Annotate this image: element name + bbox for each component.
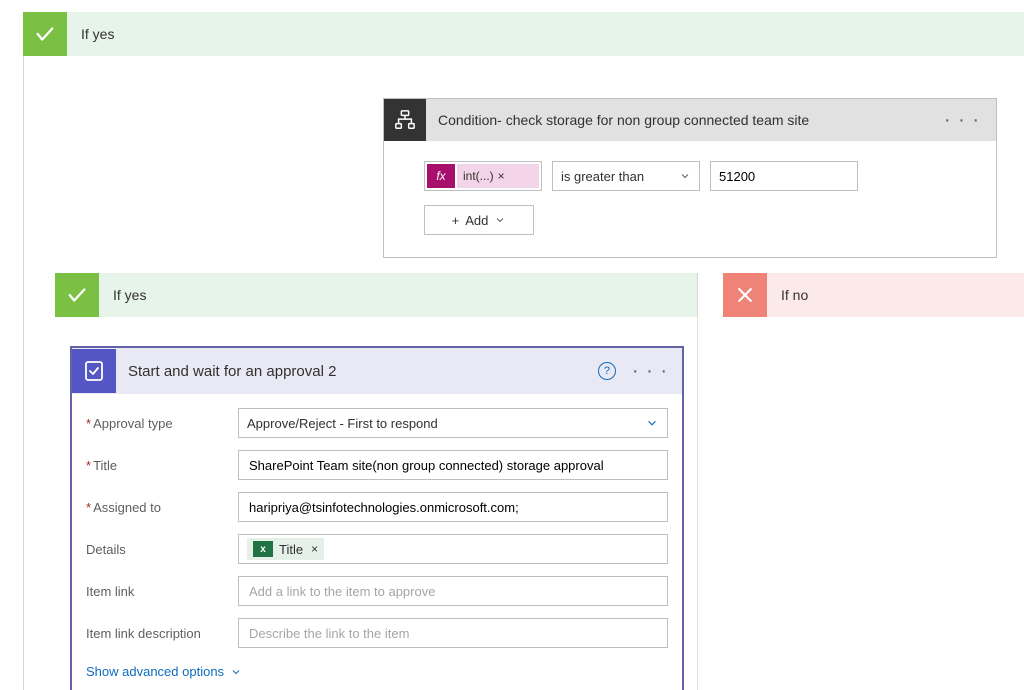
chevron-down-icon: [230, 666, 242, 678]
item-link-input[interactable]: [247, 583, 659, 600]
checkmark-icon: [23, 12, 67, 56]
if-yes-label: If yes: [113, 287, 146, 303]
condition-add-label: Add: [465, 213, 488, 228]
item-link-desc-label: Item link description: [86, 626, 226, 641]
condition-more-menu[interactable]: · · ·: [938, 109, 986, 132]
show-advanced-options-label: Show advanced options: [86, 664, 224, 679]
chevron-down-icon: [645, 416, 659, 430]
expression-token-remove[interactable]: ×: [498, 169, 505, 183]
approval-type-label: Approval type: [86, 416, 226, 431]
outer-if-yes-label: If yes: [81, 26, 114, 42]
details-input-wrap[interactable]: x Title ×: [238, 534, 668, 564]
chevron-down-icon: [494, 214, 506, 226]
condition-expression-row: fx int(...) × is greater than: [424, 161, 956, 191]
expression-token-text: int(...): [463, 169, 494, 183]
column-divider: [23, 56, 24, 690]
approval-title-row: Title: [86, 450, 668, 480]
approval-type-value: Approve/Reject - First to respond: [247, 416, 438, 431]
item-link-desc-input-wrap[interactable]: [238, 618, 668, 648]
excel-icon: x: [253, 541, 273, 557]
condition-operator-select[interactable]: is greater than: [552, 161, 700, 191]
approval-action-body: Approval type Approve/Reject - First to …: [72, 394, 682, 690]
fx-icon: fx: [427, 164, 455, 188]
dynamic-content-token[interactable]: x Title ×: [247, 538, 324, 560]
assigned-to-input[interactable]: [247, 499, 659, 516]
action-more-menu[interactable]: · · ·: [626, 360, 674, 383]
if-no-label: If no: [781, 287, 808, 303]
item-link-input-wrap[interactable]: [238, 576, 668, 606]
item-link-row: Item link: [86, 576, 668, 606]
approval-icon: [72, 349, 116, 393]
condition-body: fx int(...) × is greater than +: [384, 141, 996, 257]
token-remove[interactable]: ×: [309, 542, 318, 556]
approval-title-input[interactable]: [247, 457, 659, 474]
chevron-down-icon: [679, 170, 691, 182]
item-link-desc-row: Item link description: [86, 618, 668, 648]
checkmark-icon: [55, 273, 99, 317]
expression-token[interactable]: int(...) ×: [457, 164, 539, 188]
assigned-to-row: Assigned to: [86, 492, 668, 522]
assigned-to-label: Assigned to: [86, 500, 226, 515]
approval-type-row: Approval type Approve/Reject - First to …: [86, 408, 668, 438]
approval-title-input-wrap[interactable]: [238, 450, 668, 480]
token-text: Title: [279, 542, 303, 557]
condition-left-operand[interactable]: fx int(...) ×: [424, 161, 542, 191]
item-link-label: Item link: [86, 584, 226, 599]
approval-action-card: Start and wait for an approval 2 ? · · ·…: [70, 346, 684, 690]
condition-title: Condition- check storage for non group c…: [438, 112, 938, 128]
condition-operator-value: is greater than: [561, 169, 644, 184]
details-row: Details x Title ×: [86, 534, 668, 564]
column-divider: [697, 317, 698, 690]
close-icon: [723, 273, 767, 317]
if-yes-branch-header: If yes: [55, 273, 698, 317]
approval-action-header[interactable]: Start and wait for an approval 2 ? · · ·: [72, 348, 682, 394]
approval-title-label: Title: [86, 458, 226, 473]
condition-add-button[interactable]: + Add: [424, 205, 534, 235]
outer-if-yes-branch-header: If yes: [23, 12, 1024, 56]
condition-header[interactable]: Condition- check storage for non group c…: [384, 99, 996, 141]
condition-icon: [384, 99, 426, 141]
assigned-to-input-wrap[interactable]: [238, 492, 668, 522]
details-label: Details: [86, 542, 226, 557]
show-advanced-options-link[interactable]: Show advanced options: [86, 664, 668, 679]
help-icon[interactable]: ?: [598, 362, 616, 380]
condition-value-input[interactable]: [710, 161, 858, 191]
plus-icon: +: [452, 213, 460, 228]
condition-card: Condition- check storage for non group c…: [383, 98, 997, 258]
if-no-branch-header: If no: [723, 273, 1024, 317]
item-link-desc-input[interactable]: [247, 625, 659, 642]
approval-action-title: Start and wait for an approval 2: [128, 363, 598, 380]
approval-type-select[interactable]: Approve/Reject - First to respond: [238, 408, 668, 438]
